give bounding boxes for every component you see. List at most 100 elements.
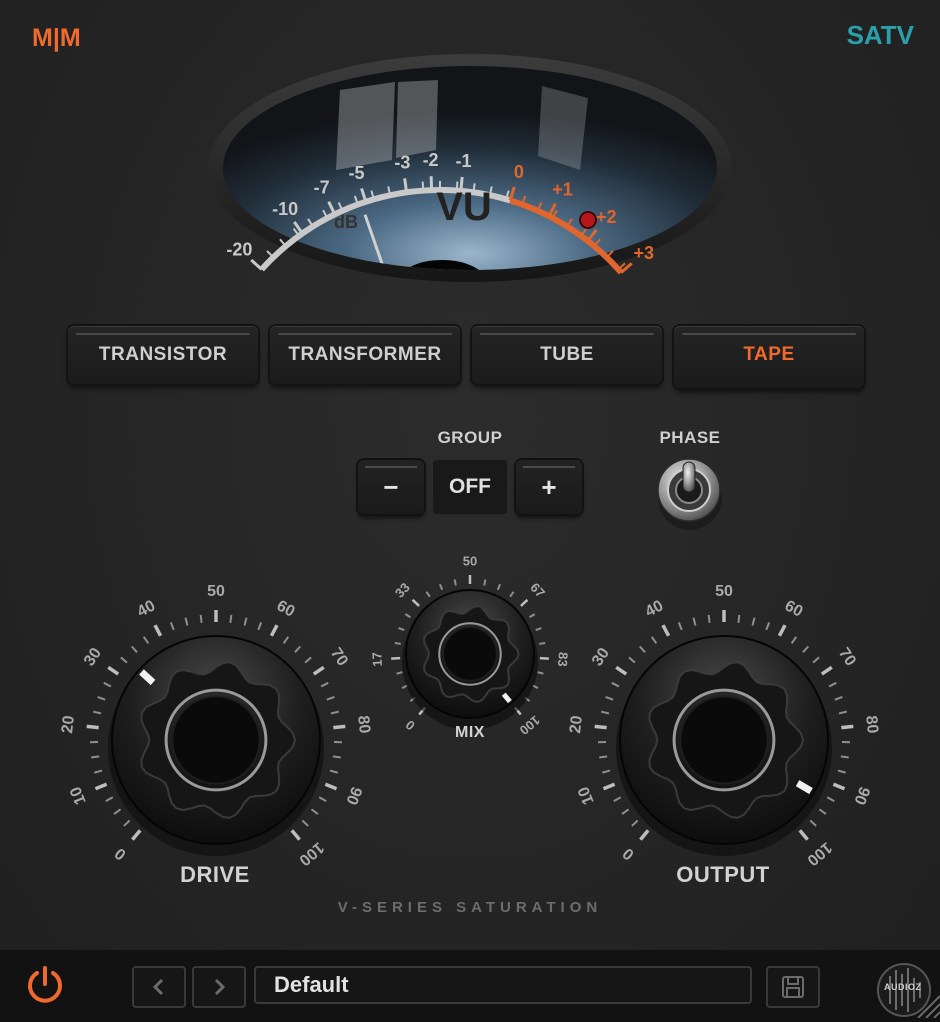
- knob-tick: [330, 710, 339, 715]
- knob-scale-label: 100: [804, 838, 835, 868]
- knob-tick: [707, 614, 711, 624]
- knob-tick: [229, 614, 233, 624]
- knob-scale-label: 30: [81, 645, 105, 669]
- watermark-text: AUDIOZ: [884, 982, 922, 992]
- knob-tick: [113, 808, 122, 815]
- knob-tick: [841, 724, 854, 730]
- knob-tick: [86, 724, 99, 730]
- knob-tick: [535, 627, 542, 631]
- knob-tick: [394, 641, 401, 645]
- vu-scale-label: -3: [394, 153, 410, 173]
- knob-tick: [97, 695, 106, 701]
- knob-tick: [631, 819, 639, 827]
- knob-tick: [324, 782, 338, 791]
- vu-peak-led: [579, 211, 597, 229]
- next-preset-button[interactable]: [192, 966, 246, 1008]
- knob-tick: [391, 656, 401, 660]
- mode-tape-button[interactable]: TAPE: [674, 326, 864, 388]
- brand-logo: M|M: [32, 24, 81, 52]
- knob-tick: [153, 624, 163, 637]
- knob-scale-label: 60: [782, 597, 806, 620]
- knob-tick: [332, 755, 341, 759]
- knob-tick: [601, 710, 610, 715]
- knob-scale-label: 0: [112, 844, 130, 863]
- knob-tick: [520, 598, 529, 607]
- knob-scale-label: 10: [575, 784, 597, 807]
- knob-scale-label: 80: [354, 715, 373, 735]
- knob-tick: [602, 769, 611, 774]
- knob-tick: [318, 796, 327, 802]
- knob-tick: [777, 624, 787, 637]
- mix-label: MIX: [455, 724, 485, 741]
- mode-transformer-button[interactable]: TRANSFORMER: [270, 326, 460, 384]
- preset-name-field[interactable]: Default: [254, 966, 752, 1004]
- knob-scale-label: 20: [567, 715, 586, 735]
- knob-tick: [539, 641, 546, 645]
- phase-toggle-switch[interactable]: [650, 452, 730, 532]
- knob-scale-label: 50: [207, 583, 225, 600]
- vu-scale-label: -10: [272, 199, 298, 219]
- knob-tick: [282, 636, 290, 644]
- knob-tick: [638, 645, 646, 653]
- knob-tick: [615, 665, 628, 676]
- knob-tick: [650, 636, 658, 644]
- save-preset-button[interactable]: [766, 966, 820, 1008]
- knob-tick: [301, 819, 309, 827]
- vu-scale-label: +1: [552, 179, 573, 199]
- knob-scale-label: 0: [620, 844, 638, 863]
- knob-tick: [91, 755, 100, 759]
- knob-tick: [142, 636, 150, 644]
- vu-major-tick: [403, 178, 409, 193]
- footer-bar: Default: [0, 950, 940, 1022]
- vu-scale-label: -2: [423, 150, 439, 170]
- mix-knob[interactable]: 0 17 33 50 67 83 100: [369, 553, 571, 738]
- previous-preset-button[interactable]: [132, 966, 186, 1008]
- knob-tick: [837, 769, 846, 774]
- group-minus-button[interactable]: −: [358, 460, 424, 514]
- knob-tick: [692, 617, 697, 626]
- vu-scale-label: 0: [514, 162, 524, 182]
- knob-tick: [329, 769, 338, 774]
- power-icon[interactable]: [22, 962, 68, 1008]
- knob-tick: [123, 819, 131, 827]
- drive-knob[interactable]: 0 10 20 30 40 50 60 70 80 90 100: [59, 583, 373, 869]
- chevron-right-icon: [214, 978, 226, 996]
- knob-tick: [131, 829, 142, 841]
- mode-tube-button[interactable]: TUBE: [472, 326, 662, 384]
- knob-scale-label: 83: [555, 652, 571, 667]
- knob-tick: [599, 755, 608, 759]
- knob-tick: [594, 724, 607, 730]
- knob-tick: [184, 617, 189, 626]
- knob-tick: [537, 671, 544, 675]
- knob-scale-label: 70: [327, 645, 351, 669]
- knob-tick: [621, 808, 630, 815]
- knob-tick: [120, 656, 128, 664]
- knob-tick: [798, 829, 809, 841]
- knob-scale-label: 33: [392, 580, 413, 601]
- group-label: GROUP: [437, 428, 503, 447]
- knob-scale-label: 40: [135, 597, 159, 620]
- knob-scale-label: 90: [850, 784, 872, 807]
- knob-tick: [130, 645, 138, 653]
- knob-tick: [529, 613, 536, 619]
- knob-scale-label: 0: [403, 717, 418, 733]
- knob-scale-label: 20: [59, 715, 78, 735]
- knob-tick: [404, 613, 411, 619]
- vu-scale-label: -7: [314, 177, 330, 197]
- output-label: OUTPUT: [676, 862, 770, 887]
- knob-tick: [243, 617, 248, 626]
- knob-tick: [105, 796, 114, 802]
- knob-tick: [94, 769, 103, 774]
- knob-tick: [751, 617, 756, 626]
- knob-tick: [661, 624, 671, 637]
- mode-transistor-button[interactable]: TRANSISTOR: [68, 326, 258, 384]
- knob-tick: [840, 755, 849, 759]
- knob-tick: [611, 681, 620, 688]
- knob-scale-label: 10: [67, 784, 89, 807]
- knob-tick: [765, 622, 771, 631]
- group-plus-button[interactable]: +: [516, 460, 582, 514]
- output-knob[interactable]: 0 10 20 30 40 50 60 70 80 90 100: [567, 583, 881, 869]
- knob-tick: [257, 622, 263, 631]
- knob-scale-label: 100: [517, 713, 543, 738]
- vu-unit: dB: [334, 212, 358, 232]
